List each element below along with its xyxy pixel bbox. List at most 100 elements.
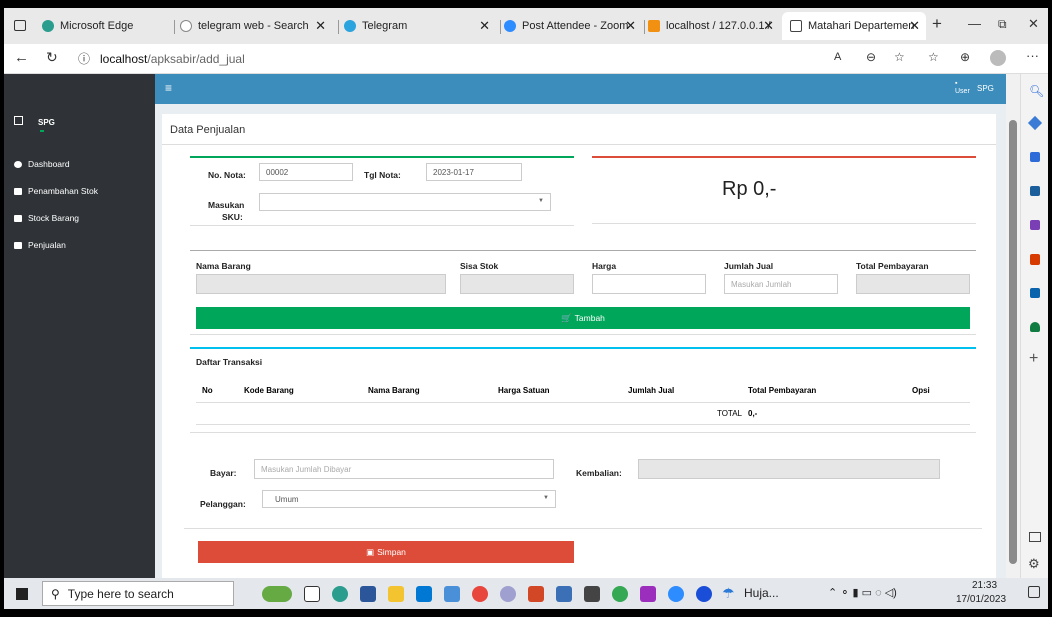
tgl-nota-field[interactable]: 2023-01-17 [426, 163, 522, 181]
app4-icon[interactable] [696, 586, 712, 602]
search-icon: ⚲ [51, 586, 60, 601]
mail-icon[interactable] [416, 586, 432, 602]
favorite-icon[interactable]: ☆ [894, 50, 905, 64]
tambah-button[interactable]: 🛒 Tambah [196, 307, 970, 329]
back-icon[interactable]: ← [14, 49, 29, 66]
sku-select[interactable]: ▼ [259, 193, 551, 211]
pelanggan-select[interactable]: Umum ▼ [262, 490, 556, 508]
powerpoint-icon[interactable] [528, 586, 544, 602]
menu-toggle-icon[interactable]: ≡ [165, 81, 172, 95]
app3-icon[interactable] [640, 586, 656, 602]
tools-icon[interactable] [1030, 186, 1040, 196]
total-row-value: 0,- [748, 408, 758, 418]
notification-icon[interactable] [1028, 586, 1040, 598]
harga-field[interactable] [592, 274, 706, 294]
address-bar: ← ↻ ⓘ localhost/apksabir/add_jual A ⊖ ☆ … [4, 44, 1048, 74]
col-opsi: Opsi [912, 386, 930, 396]
kembalian-label: Kembalian: [576, 468, 622, 478]
url-field[interactable]: localhost/apksabir/add_jual [100, 48, 270, 70]
read-aloud-icon[interactable]: A [834, 51, 841, 63]
chrome-icon[interactable] [472, 586, 488, 602]
store-icon[interactable] [444, 586, 460, 602]
more-icon[interactable]: ··· [1026, 48, 1039, 63]
tree-image-icon[interactable] [262, 586, 292, 602]
chevron-down-icon: ▼ [538, 198, 544, 204]
tab-telegram-search[interactable]: telegram web - Search ✕ [180, 12, 332, 40]
collections-icon[interactable]: ⊕ [960, 50, 970, 64]
dashboard-icon [14, 160, 22, 168]
favorites-icon[interactable]: ☆ [928, 50, 939, 64]
close-tab-icon[interactable]: ✕ [479, 18, 490, 34]
info-icon[interactable]: ⓘ [78, 50, 90, 67]
clock-date[interactable]: 17/01/2023 [956, 594, 1006, 605]
refresh-icon[interactable]: ↻ [46, 49, 58, 66]
page-title: Data Penjualan [170, 124, 246, 136]
edge-taskbar-icon[interactable] [332, 586, 348, 602]
games-icon[interactable] [1030, 220, 1040, 230]
tab-bar: Microsoft Edge telegram web - Search ✕ Te… [4, 8, 1048, 44]
simpan-button[interactable]: ▣ Simpan [198, 541, 574, 563]
taskbar-search-box[interactable]: ⚲ Type here to search [42, 581, 234, 606]
user-image[interactable]: ▪ User [955, 80, 970, 96]
word-icon[interactable] [360, 586, 376, 602]
navbar-user-name[interactable]: SPG [977, 84, 994, 93]
page-scrollbar[interactable] [1006, 74, 1020, 578]
app2-icon[interactable] [556, 586, 572, 602]
task-view-icon[interactable] [304, 586, 320, 602]
close-window-icon[interactable]: ✕ [1028, 16, 1039, 32]
google-icon[interactable] [612, 586, 628, 602]
outlook-icon[interactable] [1030, 288, 1040, 298]
tab-zoom[interactable]: Post Attendee - Zoom ✕ [504, 12, 642, 40]
total-pembayaran-label: Total Pembayaran [856, 261, 929, 271]
scroll-thumb[interactable] [1009, 120, 1017, 564]
add-icon[interactable]: + [1029, 350, 1038, 368]
new-tab-icon[interactable]: + [932, 14, 942, 34]
calculator-icon[interactable] [584, 586, 600, 602]
page-icon [790, 20, 802, 32]
sidebar: SPG Dashboard Penambahan Stok Stock Bara… [4, 74, 155, 578]
tab-matahari[interactable]: Matahari Departemen ✕ [782, 12, 926, 40]
close-tab-icon[interactable]: ✕ [909, 18, 920, 34]
minimize-icon[interactable]: — [968, 16, 981, 31]
close-tab-icon[interactable]: ✕ [763, 18, 774, 34]
no-nota-field[interactable]: 00002 [259, 163, 353, 181]
user-avatar [14, 116, 23, 125]
tab-actions-icon[interactable] [14, 20, 26, 31]
office-icon[interactable] [1030, 254, 1040, 265]
tab-phpmyadmin[interactable]: localhost / 127.0.0.1 /✕ [648, 12, 780, 40]
file-explorer-icon[interactable] [388, 586, 404, 602]
sidebar-item-penjualan[interactable]: Penjualan [14, 240, 66, 250]
shopping-icon[interactable] [1030, 152, 1040, 162]
tab-telegram[interactable]: Telegram ✕ [344, 12, 496, 40]
nama-barang-label: Nama Barang [196, 261, 251, 271]
chevron-down-icon: ▼ [543, 495, 549, 501]
restore-icon[interactable]: ⧉ [998, 17, 1007, 32]
tab-microsoft-edge[interactable]: Microsoft Edge [42, 12, 162, 40]
system-tray-icons[interactable]: ⌃ ⚬ ▮ ▭ ◌ ◁) [828, 586, 897, 599]
transactions-table: No Kode Barang Nama Barang Harga Satuan … [196, 380, 970, 425]
search-icon[interactable]: 🔍︎ [1029, 84, 1044, 98]
list-icon [14, 187, 22, 195]
close-tab-icon[interactable]: ✕ [315, 18, 326, 34]
weather-icon[interactable]: ☂ [722, 585, 735, 602]
drop-icon[interactable] [1030, 322, 1040, 332]
sidebar-item-dashboard[interactable]: Dashboard [14, 159, 70, 169]
zoom-taskbar-icon[interactable] [668, 586, 684, 602]
sidebar-item-stock-barang[interactable]: Stock Barang [14, 213, 79, 223]
app-icon[interactable] [500, 586, 516, 602]
windows-start-icon[interactable] [16, 588, 28, 600]
sidebar-item-penambahan-stok[interactable]: Penambahan Stok [14, 186, 98, 196]
browser-window: Microsoft Edge telegram web - Search ✕ Te… [4, 8, 1048, 609]
clock-time[interactable]: 21:33 [972, 580, 997, 591]
bayar-field[interactable]: Masukan Jumlah Dibayar [254, 459, 554, 479]
profile-icon[interactable] [990, 50, 1006, 66]
split-screen-icon[interactable] [1029, 532, 1041, 542]
copilot-icon[interactable] [1027, 115, 1043, 131]
jumlah-jual-field[interactable]: Masukan Jumlah [724, 274, 838, 294]
nama-barang-field [196, 274, 446, 294]
settings-icon[interactable]: ⚙ [1028, 556, 1040, 572]
zoom-out-icon[interactable]: ⊖ [866, 50, 876, 64]
top-navbar: ≡ ▪ User SPG [155, 74, 1006, 104]
weather-label[interactable]: Huja... [744, 586, 779, 600]
close-tab-icon[interactable]: ✕ [625, 18, 636, 34]
